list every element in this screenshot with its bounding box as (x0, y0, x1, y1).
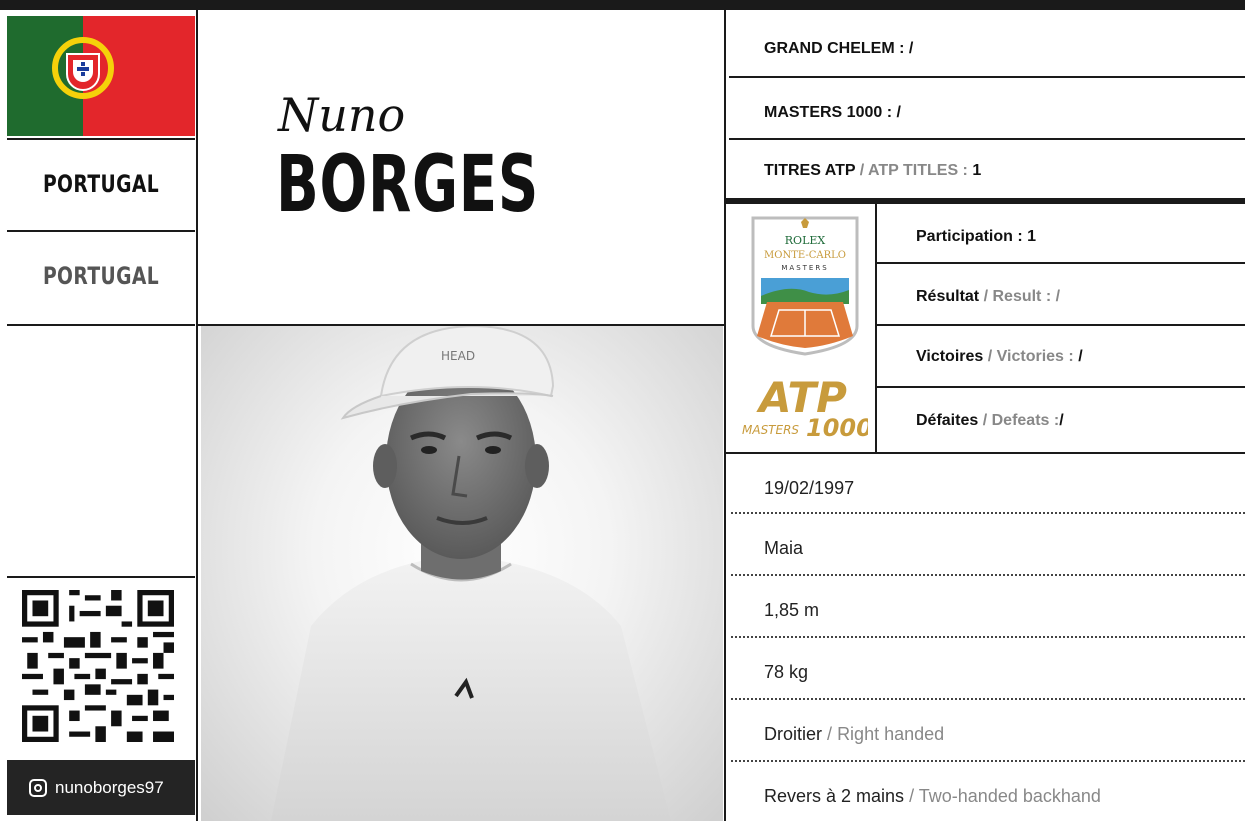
handedness: Droitier / Right handed (764, 724, 945, 744)
country-name: PORTUGAL (42, 170, 160, 198)
result-row: Résultat / Result : / (916, 288, 1061, 305)
portugal-flag-icon (7, 16, 195, 136)
country-name-en: PORTUGAL (42, 262, 160, 290)
svg-text:MASTERS: MASTERS (742, 423, 799, 437)
svg-text:MONTE-CARLO: MONTE-CARLO (764, 250, 846, 261)
svg-text:MASTERS: MASTERS (781, 264, 828, 272)
backhand: Revers à 2 mains / Two-handed backhand (764, 786, 1101, 806)
masters-1000-row: MASTERS 1000 : / (764, 104, 901, 121)
instagram-icon (29, 778, 47, 797)
weight: 78 kg (764, 662, 809, 682)
atp-masters-1000-logo: ATP MASTERS 1000 (742, 376, 868, 438)
participation-row: Participation : 1 (916, 228, 1037, 245)
player-photo: HEAD (201, 326, 723, 821)
player-first-name: Nuno (278, 88, 406, 142)
instagram-username: nunoborges97 (55, 777, 164, 797)
svg-text:ROLEX: ROLEX (785, 234, 826, 247)
atp-titles-row: TITRES ATP / ATP TITLES : 1 (764, 162, 982, 179)
victories-row: Victoires / Victories : / (916, 348, 1083, 365)
birthplace: Maia (764, 538, 804, 558)
player-last-name: BORGES (276, 140, 540, 230)
monte-carlo-masters-badge: ROLEX MONTE-CARLO MASTERS (751, 216, 859, 356)
player-card: PORTUGAL PORTUGAL nunoborges97 Nuno BORG… (0, 0, 1245, 821)
top-bar (0, 0, 1245, 10)
qr-code[interactable] (22, 590, 174, 742)
grand-chelem-row: GRAND CHELEM : / (764, 40, 914, 57)
defeats-row: Défaites / Defeats :/ (916, 412, 1064, 429)
svg-text:HEAD: HEAD (441, 349, 475, 363)
birthdate: 19/02/1997 (764, 478, 855, 498)
svg-text:1000: 1000 (806, 414, 868, 438)
instagram-handle[interactable]: nunoborges97 (7, 760, 195, 815)
height: 1,85 m (764, 600, 820, 620)
